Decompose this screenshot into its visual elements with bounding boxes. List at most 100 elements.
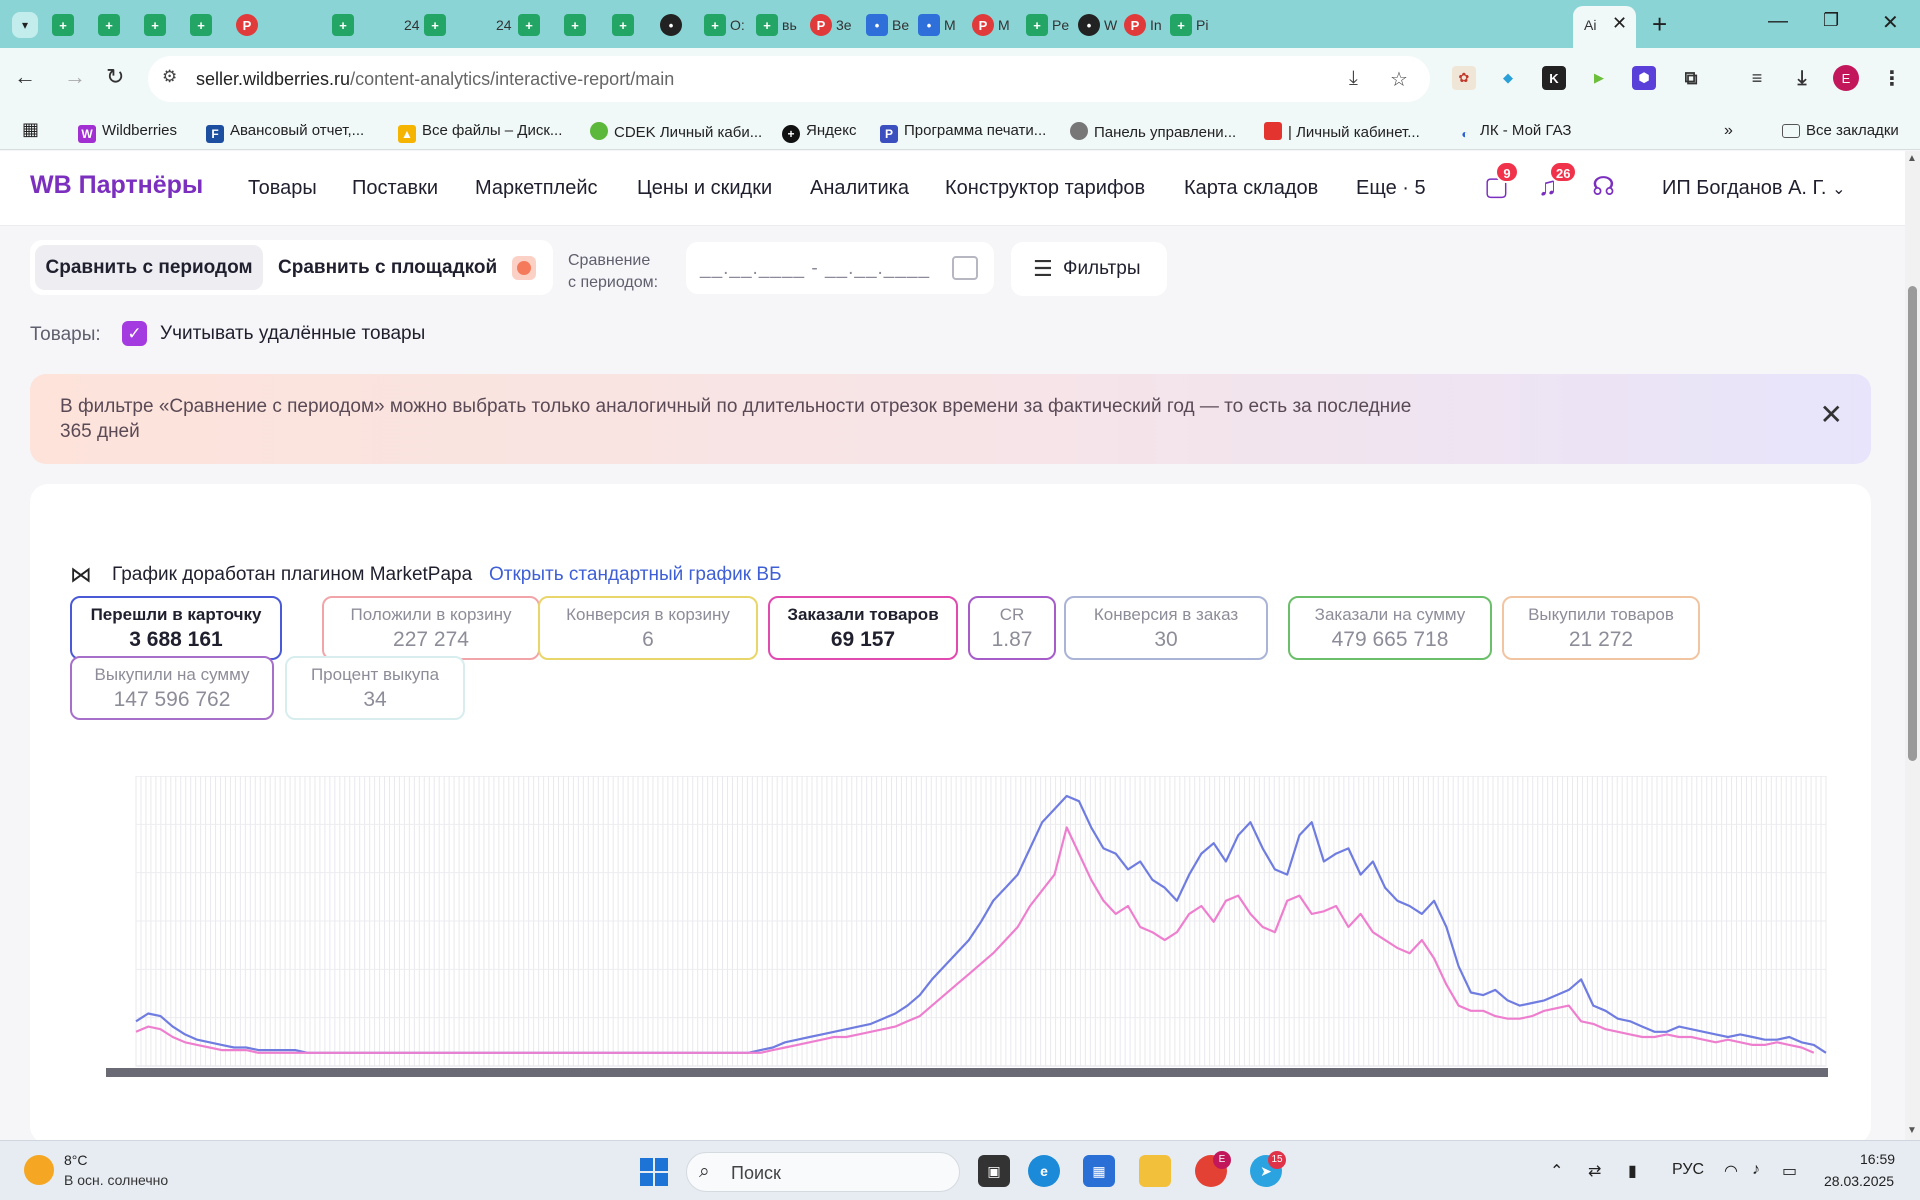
bookmark-cdek[interactable]: CDEK Личный каби... <box>590 122 762 141</box>
bookmark-star-icon[interactable]: ☆ <box>1390 67 1408 92</box>
close-icon[interactable]: ✕ <box>1820 398 1843 431</box>
file-explorer-icon[interactable] <box>1139 1155 1171 1187</box>
bookmarks-overflow-icon[interactable]: » <box>1724 122 1733 140</box>
store-icon[interactable]: ▦ <box>1083 1155 1115 1187</box>
metric-chip[interactable]: Перешли в карточку 3 688 161 <box>70 596 282 660</box>
reload-icon[interactable]: ↻ <box>106 64 124 90</box>
page-scrollbar[interactable]: ▲ ▼ <box>1905 151 1920 1140</box>
bookmark-disk[interactable]: ▲ Все файлы – Диск... <box>398 122 562 143</box>
tab-16-icon[interactable]: + <box>756 14 778 36</box>
edge-icon[interactable]: e <box>1028 1155 1060 1187</box>
task-view-icon[interactable]: ▣ <box>978 1155 1010 1187</box>
metric-chip[interactable]: Положили в корзину 227 274 <box>322 596 540 660</box>
nav-tariff-builder[interactable]: Конструктор тарифов <box>945 177 1145 200</box>
metric-chip[interactable]: Процент выкупа 34 <box>285 656 465 720</box>
metric-chip[interactable]: Конверсия в корзину 6 <box>538 596 758 660</box>
account-menu[interactable]: ИП Богданов А. Г. ⌄ <box>1662 177 1845 200</box>
media-control-icon[interactable]: ≡ <box>1745 66 1769 90</box>
tab-6-icon[interactable] <box>282 14 304 36</box>
input-language[interactable]: РУС <box>1672 1161 1704 1179</box>
tab-2-icon[interactable]: + <box>98 14 120 36</box>
taskbar-search[interactable]: ⌕ Поиск <box>686 1152 960 1192</box>
support-headset-icon[interactable]: ☊ <box>1592 171 1615 202</box>
tab-3-icon[interactable]: + <box>144 14 166 36</box>
clock-time[interactable]: 16:59 <box>1860 1151 1895 1167</box>
scroll-down-icon[interactable]: ▼ <box>1907 1125 1917 1136</box>
start-button[interactable] <box>640 1158 668 1186</box>
forward-icon[interactable]: → <box>64 64 86 90</box>
wifi-icon[interactable]: ◠ <box>1724 1161 1738 1181</box>
tab-18-icon[interactable]: • <box>866 14 888 36</box>
extension-icon-3[interactable]: K <box>1542 66 1566 90</box>
tab-17-icon[interactable]: P <box>810 14 832 36</box>
compare-period-tab[interactable]: Сравнить с периодом <box>35 245 263 290</box>
site-info-icon[interactable]: ⚙ <box>162 67 177 87</box>
metric-chip[interactable]: CR 1.87 <box>968 596 1056 660</box>
period-date-input[interactable]: __.__.____ - __.__.____ <box>686 242 994 294</box>
tab-22-icon[interactable]: • <box>1078 14 1100 36</box>
include-deleted-checkbox[interactable]: ✓ <box>122 321 147 346</box>
logo[interactable]: WB Партнёры <box>30 171 203 200</box>
tab-23-icon[interactable]: P <box>1124 14 1146 36</box>
tab-15-icon[interactable]: + <box>704 14 726 36</box>
tab-24-icon[interactable]: + <box>1170 14 1192 36</box>
tab-21-icon[interactable]: + <box>1026 14 1048 36</box>
weather-description[interactable]: В осн. солнечно <box>64 1172 168 1188</box>
tab-4-icon[interactable]: + <box>190 14 212 36</box>
tray-overflow-icon[interactable]: ⌃ <box>1550 1161 1563 1181</box>
nav-prices[interactable]: Цены и скидки <box>637 177 772 200</box>
bookmark-personal-cabinet[interactable]: | Личный кабинет... <box>1264 122 1420 141</box>
filters-button[interactable]: ☰ Фильтры <box>1011 242 1167 296</box>
scrollbar-thumb[interactable] <box>1908 286 1917 761</box>
tab-12-icon[interactable]: + <box>564 14 586 36</box>
restore-icon[interactable]: ❐ <box>1823 10 1839 31</box>
nav-supplies[interactable]: Поставки <box>352 177 438 200</box>
open-standard-chart-link[interactable]: Открыть стандартный график ВБ <box>489 564 782 586</box>
tab-13-icon[interactable]: + <box>612 14 634 36</box>
bookmark-advance-report[interactable]: F Авансовый отчет,... <box>206 122 364 143</box>
metric-chip[interactable]: Заказали на сумму 479 665 718 <box>1288 596 1492 660</box>
metric-chip[interactable]: Выкупили на сумму 147 596 762 <box>70 656 274 720</box>
calendar-icon[interactable] <box>952 256 978 280</box>
extension-icon-1[interactable]: ✿ <box>1452 66 1476 90</box>
url-text[interactable]: seller.wildberries.ru/content-analytics/… <box>196 69 674 90</box>
install-app-icon[interactable]: ⤓ <box>1349 67 1358 90</box>
nav-products[interactable]: Товары <box>248 177 317 200</box>
bookmark-yandex[interactable]: + Яндекс <box>782 122 856 143</box>
include-deleted-label[interactable]: Учитывать удалённые товары <box>160 323 425 345</box>
bookmark-print-program[interactable]: P Программа печати... <box>880 122 1046 143</box>
browser-menu-icon[interactable]: ⋮ <box>1880 66 1904 90</box>
clock-date[interactable]: 28.03.2025 <box>1824 1173 1894 1189</box>
volume-icon[interactable]: ♪ <box>1752 1161 1760 1179</box>
extensions-puzzle-icon[interactable]: ⧉ <box>1679 66 1703 90</box>
profile-avatar[interactable]: E <box>1833 65 1859 91</box>
apps-grid-icon[interactable]: ▦ <box>22 119 39 140</box>
tab-19-icon[interactable]: • <box>918 14 940 36</box>
tab-11-icon[interactable]: + <box>518 14 540 36</box>
tab-search-button[interactable]: ▾ <box>12 12 38 38</box>
extension-icon-2[interactable]: ◆ <box>1496 66 1520 90</box>
nav-marketplace[interactable]: Маркетплейс <box>475 177 598 200</box>
bookmark-control-panel[interactable]: Панель управлени... <box>1070 122 1236 141</box>
weather-sun-icon[interactable] <box>24 1155 54 1185</box>
battery-icon[interactable]: ▭ <box>1782 1161 1797 1181</box>
scroll-up-icon[interactable]: ▲ <box>1907 153 1917 164</box>
tab-8-icon[interactable] <box>378 14 400 36</box>
metric-chip[interactable]: Заказали товаров 69 157 <box>768 596 958 660</box>
nav-warehouse-map[interactable]: Карта складов <box>1184 177 1318 200</box>
tab-7-icon[interactable]: + <box>332 14 354 36</box>
tab-9-icon[interactable]: + <box>424 14 446 36</box>
tab-1-icon[interactable]: + <box>52 14 74 36</box>
close-window-icon[interactable]: ✕ <box>1882 10 1899 35</box>
back-icon[interactable]: ← <box>14 64 36 90</box>
nav-analytics[interactable]: Аналитика <box>810 177 909 200</box>
tab-14-icon[interactable]: • <box>660 14 682 36</box>
compare-platform-tab[interactable]: Сравнить с площадкой <box>278 245 497 290</box>
tab-5-icon[interactable]: P <box>236 14 258 36</box>
metric-chip[interactable]: Выкупили товаров 21 272 <box>1502 596 1700 660</box>
bookmark-wildberries[interactable]: W Wildberries <box>78 122 177 143</box>
close-tab-icon[interactable]: ✕ <box>1612 13 1627 34</box>
tab-10-icon[interactable] <box>470 14 492 36</box>
minimize-icon[interactable]: — <box>1768 10 1788 33</box>
tray-app-icon-1[interactable]: ⇄ <box>1588 1161 1601 1181</box>
